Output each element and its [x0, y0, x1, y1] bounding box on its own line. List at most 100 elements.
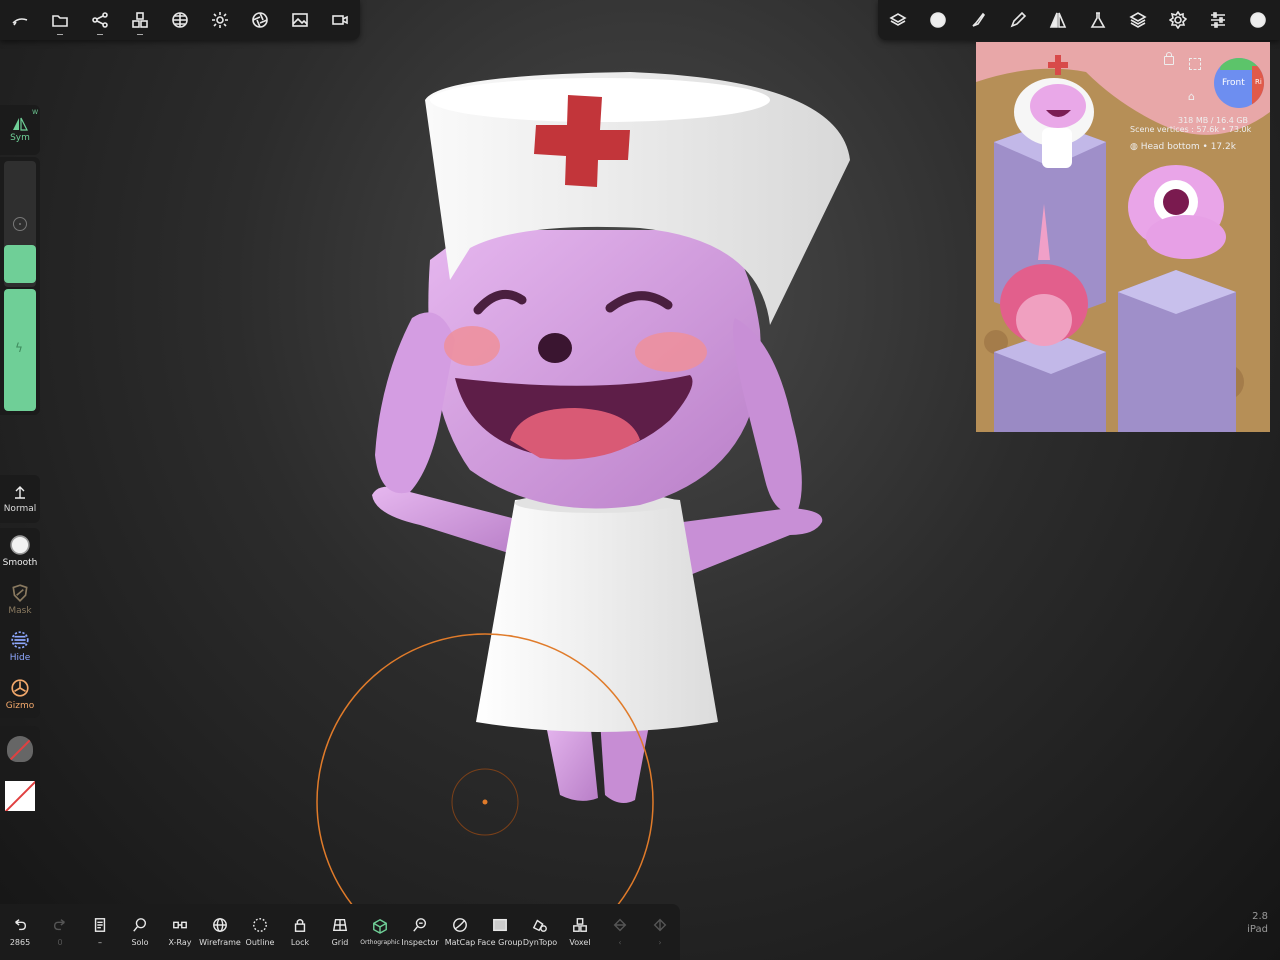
- symmetry-axis-badge: W: [32, 109, 38, 116]
- tool-label: Smooth: [2, 558, 38, 569]
- lock-button[interactable]: Lock: [280, 904, 320, 960]
- bottom-tool-label: MatCap: [444, 938, 476, 947]
- share-button[interactable]: [80, 0, 120, 40]
- gizmo-icon: [11, 679, 29, 697]
- scene-vertices: Scene vertices : 57.6k • 73.0k: [1130, 125, 1252, 134]
- view-cube-right-label: Ri: [1255, 78, 1262, 86]
- mirror-triangle-button[interactable]: [1038, 0, 1078, 40]
- history-button[interactable]: –: [80, 904, 120, 960]
- dyntopo-button[interactable]: DynTopo: [520, 904, 560, 960]
- cubes-button[interactable]: [120, 0, 160, 40]
- brush-sliders: ϟ: [0, 157, 40, 415]
- tool-label: Hide: [9, 653, 31, 664]
- aperture-button[interactable]: [240, 0, 280, 40]
- radius-slider-fill: [4, 245, 36, 283]
- ortho-cube-icon: [373, 918, 387, 934]
- memory-usage: 318 MB / 16.4 GB: [1178, 116, 1249, 125]
- fullscreen-icon[interactable]: [1189, 58, 1201, 70]
- multires-down-icon: [613, 918, 627, 932]
- character-head: [375, 230, 802, 512]
- sun-button[interactable]: [200, 0, 240, 40]
- glasses-icon: [173, 921, 187, 929]
- mask-shield-icon: [12, 584, 28, 602]
- undo-icon: [15, 919, 27, 931]
- sliders-icon: [1211, 12, 1225, 28]
- top-left-toolbar: [0, 0, 360, 40]
- sphere-button[interactable]: [1238, 0, 1278, 40]
- face-group-button[interactable]: Face Group: [477, 904, 523, 960]
- bottom-tool-label: Voxel: [569, 938, 591, 947]
- tool-hide[interactable]: Hide: [9, 623, 31, 671]
- grid-plane-button[interactable]: Grid: [320, 904, 360, 960]
- material-ball-button[interactable]: [918, 0, 958, 40]
- redo-icon: [53, 919, 65, 931]
- tool-mask[interactable]: Mask: [8, 576, 32, 624]
- platform-label: iPad: [1247, 924, 1268, 935]
- search-button[interactable]: Solo: [120, 904, 160, 960]
- bottom-tool-label: 0: [57, 938, 63, 947]
- symmetry-icon: [13, 117, 28, 131]
- tool-gizmo[interactable]: Gizmo: [6, 671, 34, 719]
- settings-button[interactable]: [1158, 0, 1198, 40]
- bottom-tool-label: Inspector: [401, 938, 439, 947]
- bottom-tool-label: Outline: [245, 938, 275, 947]
- multires-down-button[interactable]: ‹: [600, 904, 640, 960]
- material-color-group: [0, 726, 40, 820]
- view-cube[interactable]: Front Ri: [1214, 58, 1264, 108]
- flask-button[interactable]: [1078, 0, 1118, 40]
- paint-brush-button[interactable]: [958, 0, 998, 40]
- home-icon[interactable]: ⌂: [1188, 90, 1195, 103]
- character-dress: [476, 495, 718, 732]
- share-icon: [92, 12, 108, 28]
- selected-mesh[interactable]: ◍ Head bottom • 17.2k: [1130, 142, 1251, 152]
- color-swatch[interactable]: [5, 780, 35, 811]
- image-button[interactable]: [280, 0, 320, 40]
- mirror-triangle-icon: [1049, 12, 1067, 28]
- ortho-cube-button[interactable]: Orthographic: [360, 904, 400, 960]
- smooth-ball-icon: [10, 535, 30, 555]
- sphere-grid-icon: [172, 12, 188, 28]
- wire-sphere-button[interactable]: Wireframe: [199, 904, 241, 960]
- tool-smooth[interactable]: Smooth: [2, 528, 38, 576]
- bottom-tool-label: Face Group: [477, 938, 523, 947]
- tool-shortcuts: Smooth Mask Hide Gizmo: [0, 528, 40, 718]
- intensity-slider[interactable]: ϟ: [4, 289, 36, 411]
- character-legs: [545, 720, 650, 804]
- lock-icon[interactable]: [1164, 52, 1174, 65]
- normal-label: Normal: [3, 503, 37, 514]
- grid-plane-icon: [332, 918, 348, 932]
- symmetry-button[interactable]: Sym W: [0, 105, 40, 155]
- version-label: 2.8 iPad: [1247, 910, 1268, 936]
- sphere-grid-button[interactable]: [160, 0, 200, 40]
- radius-icon: [13, 217, 27, 231]
- bottom-tool-label: ‹: [618, 938, 622, 947]
- voxel-button[interactable]: Voxel: [560, 904, 600, 960]
- sliders-button[interactable]: [1198, 0, 1238, 40]
- layers-button[interactable]: [1118, 0, 1158, 40]
- reference-image[interactable]: ⌂ Front Ri: [976, 42, 1270, 432]
- bottom-tool-label: DynTopo: [522, 938, 558, 947]
- scene-stack-button[interactable]: [878, 0, 918, 40]
- multires-up-button[interactable]: ›: [640, 904, 680, 960]
- pen-button[interactable]: [998, 0, 1038, 40]
- brush-stroke-button[interactable]: [0, 0, 40, 40]
- camera-button[interactable]: [320, 0, 360, 40]
- bottom-tool-label: Lock: [290, 938, 310, 947]
- dotted-circle-button[interactable]: Outline: [240, 904, 280, 960]
- redo-button[interactable]: 0: [40, 904, 80, 960]
- undo-button[interactable]: 2865: [0, 904, 40, 960]
- matcap-button[interactable]: MatCap: [440, 904, 480, 960]
- tool-label: Mask: [8, 605, 32, 616]
- view-cube-front-label: Front: [1222, 78, 1245, 88]
- bottom-tool-label: Orthographic: [360, 939, 400, 946]
- arrow-up-icon: [15, 485, 25, 499]
- folder-button[interactable]: [40, 0, 80, 40]
- bottom-toolbar: 2865 0 – Solo X-Ray Wireframe Outline Lock Grid O…: [0, 904, 680, 960]
- selected-mesh-label: Head bottom • 17.2k: [1140, 142, 1236, 152]
- glasses-button[interactable]: X-Ray: [160, 904, 200, 960]
- scene-stack-icon: [889, 13, 907, 26]
- bottom-tool-label: Solo: [131, 938, 149, 947]
- normal-mode-button[interactable]: Normal: [0, 475, 40, 523]
- material-swatch[interactable]: [7, 735, 33, 762]
- inspect-button[interactable]: Inspector: [400, 904, 440, 960]
